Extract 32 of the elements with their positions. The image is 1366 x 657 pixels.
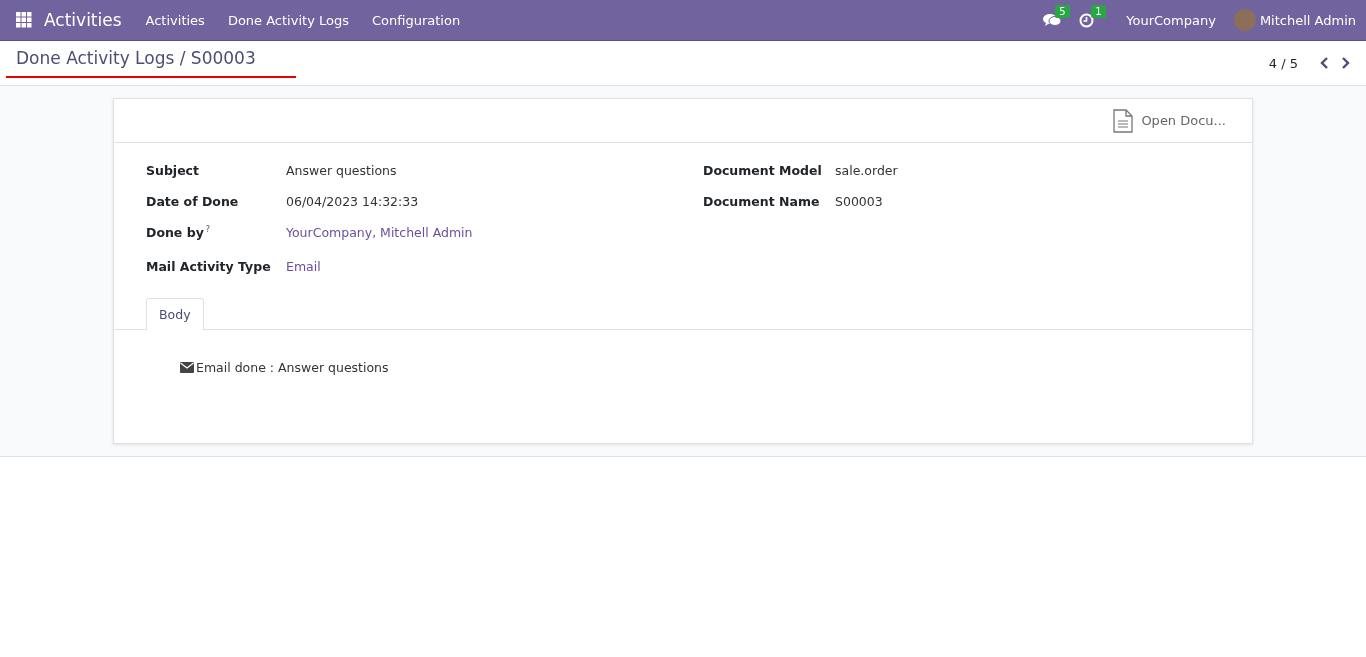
field-value[interactable]: Email bbox=[286, 259, 321, 274]
breadcrumb: Done Activity Logs / S00003 bbox=[16, 48, 257, 68]
message-count-badge: 5 bbox=[1055, 5, 1070, 18]
help-mark[interactable]: ? bbox=[205, 225, 211, 240]
company-switcher[interactable]: YourCompany bbox=[1126, 12, 1216, 28]
menu-item[interactable]: Configuration bbox=[371, 12, 461, 28]
field-label: Mail Activity Type bbox=[146, 259, 271, 274]
clock-icon[interactable] bbox=[1079, 12, 1095, 28]
field-value: 06/04/2023 14:32:33 bbox=[286, 194, 419, 209]
envelope-icon bbox=[180, 362, 194, 373]
field-label: Document Name bbox=[703, 194, 820, 209]
field-label: Subject bbox=[146, 163, 199, 178]
field-value: S00003 bbox=[835, 194, 883, 209]
pager-counter: 4 / 5 bbox=[1268, 55, 1298, 71]
body-text: Email done : Answer questions bbox=[196, 360, 389, 375]
field-value: Answer questions bbox=[286, 163, 397, 178]
open-document-button[interactable]: Open Docu... bbox=[1107, 107, 1232, 134]
menu-item[interactable]: Activities bbox=[145, 12, 205, 28]
field-value[interactable]: YourCompany, Mitchell Admin bbox=[286, 225, 473, 240]
field-value: sale.order bbox=[835, 163, 898, 178]
field-label: Date of Done bbox=[146, 194, 239, 209]
activity-count-badge: 1 bbox=[1091, 4, 1106, 18]
chevron-left-icon[interactable] bbox=[1320, 57, 1330, 69]
user-name[interactable]: Mitchell Admin bbox=[1259, 12, 1356, 28]
app-name[interactable]: Activities bbox=[44, 10, 122, 30]
chevron-right-icon[interactable] bbox=[1340, 57, 1350, 69]
tab[interactable]: Body bbox=[146, 298, 204, 330]
field-label: Done by bbox=[146, 225, 204, 240]
apps-grid-icon[interactable] bbox=[16, 12, 32, 28]
menu-item[interactable]: Done Activity Logs bbox=[227, 12, 349, 28]
document-icon bbox=[1113, 108, 1134, 133]
field-label: Document Model bbox=[703, 163, 822, 178]
